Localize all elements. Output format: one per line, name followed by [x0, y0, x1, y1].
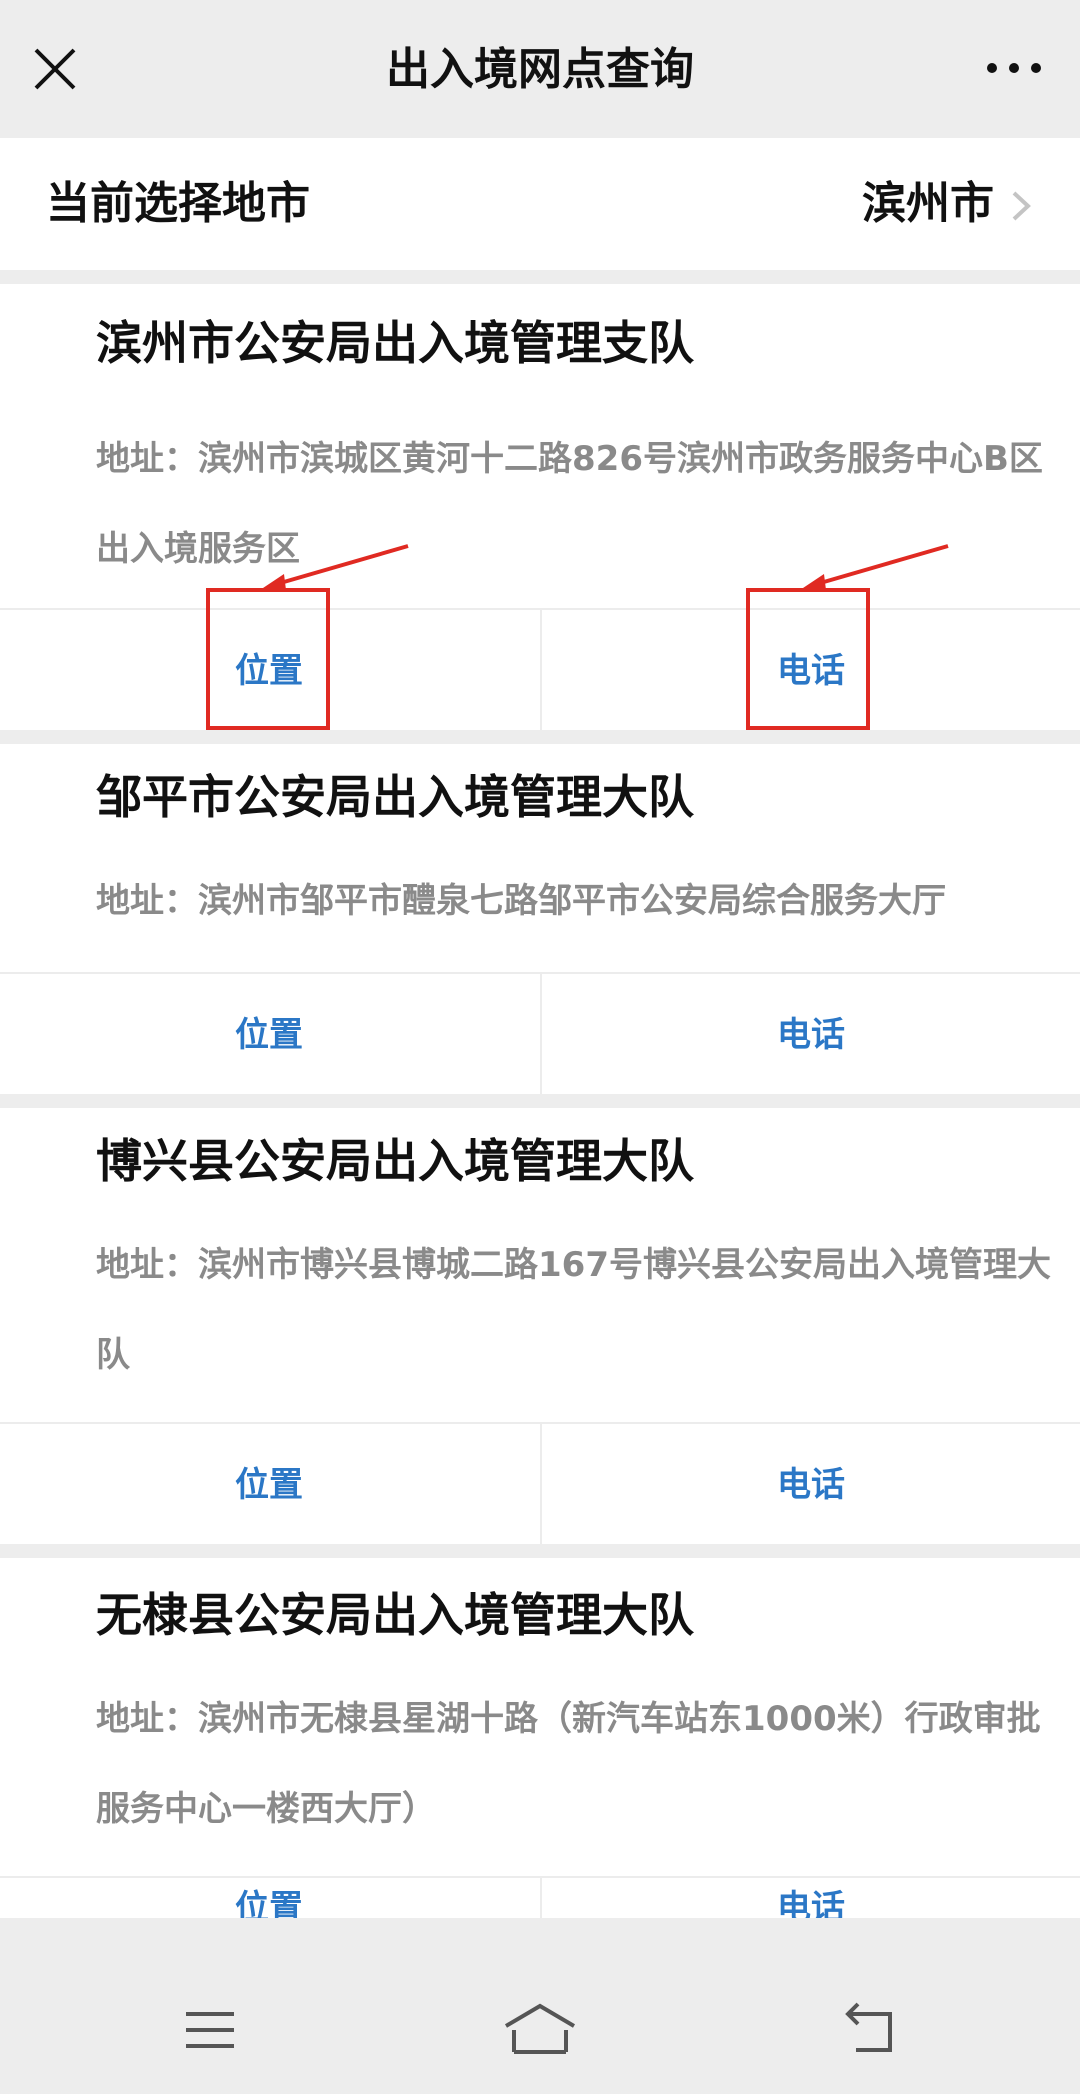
- bottom-navigation-bar: [0, 1966, 1080, 2094]
- phone-button[interactable]: 电话: [540, 974, 1080, 1096]
- chevron-right-icon: [1008, 190, 1036, 222]
- more-icon[interactable]: [984, 56, 1044, 80]
- divider: [0, 730, 1080, 744]
- office-name: 滨州市公安局出入境管理支队: [96, 316, 694, 370]
- office-card: 滨州市公安局出入境管理支队 地址：滨州市滨城区黄河十二路826号滨州市政务服务中…: [0, 284, 1080, 732]
- location-button[interactable]: 位置: [0, 974, 538, 1096]
- location-button[interactable]: 位置: [0, 1424, 538, 1546]
- office-address: 地址：滨州市博兴县博城二路167号博兴县公安局出入境管理大队: [96, 1245, 1051, 1375]
- office-actions: 位置 电话: [0, 1422, 1080, 1546]
- phone-highlight-box: [746, 588, 870, 730]
- home-icon[interactable]: [502, 2000, 578, 2060]
- office-actions: 位置 电话: [0, 972, 1080, 1096]
- page-title: 出入境网点查询: [386, 44, 694, 95]
- office-name: 邹平市公安局出入境管理大队: [96, 770, 694, 824]
- city-selector[interactable]: 当前选择地市 滨州市: [0, 138, 1080, 270]
- office-address: 地址：滨州市邹平市醴泉七路邹平市公安局综合服务大厅: [96, 881, 946, 921]
- arrow-icon: [260, 544, 409, 590]
- phone-button[interactable]: 电话: [540, 1878, 1080, 1918]
- office-address: 地址：滨州市无棣县星湖十路（新汽车站东1000米）行政审批服务中心一楼西大厅）: [96, 1699, 1041, 1829]
- top-bar: 出入境网点查询: [0, 0, 1080, 138]
- back-icon[interactable]: [840, 2000, 900, 2060]
- office-card: 无棣县公安局出入境管理大队 地址：滨州市无棣县星湖十路（新汽车站东1000米）行…: [0, 1558, 1080, 1918]
- office-card: 博兴县公安局出入境管理大队 地址：滨州市博兴县博城二路167号博兴县公安局出入境…: [0, 1108, 1080, 1546]
- city-selector-label: 当前选择地市: [46, 178, 310, 229]
- office-actions: 位置 电话: [0, 608, 1080, 732]
- location-highlight-box: [206, 588, 330, 730]
- office-name: 无棣县公安局出入境管理大队: [96, 1588, 694, 1642]
- city-selector-value[interactable]: 滨州市: [862, 176, 994, 232]
- location-button[interactable]: 位置: [0, 1878, 538, 1918]
- office-name: 博兴县公安局出入境管理大队: [96, 1134, 694, 1188]
- divider: [0, 1094, 1080, 1108]
- divider: [0, 270, 1080, 284]
- phone-button[interactable]: 电话: [540, 1424, 1080, 1546]
- office-card: 邹平市公安局出入境管理大队 地址：滨州市邹平市醴泉七路邹平市公安局综合服务大厅 …: [0, 744, 1080, 1096]
- menu-icon[interactable]: [180, 2000, 240, 2060]
- arrow-icon: [800, 544, 949, 590]
- office-actions: 位置 电话: [0, 1876, 1080, 1918]
- divider: [0, 1544, 1080, 1558]
